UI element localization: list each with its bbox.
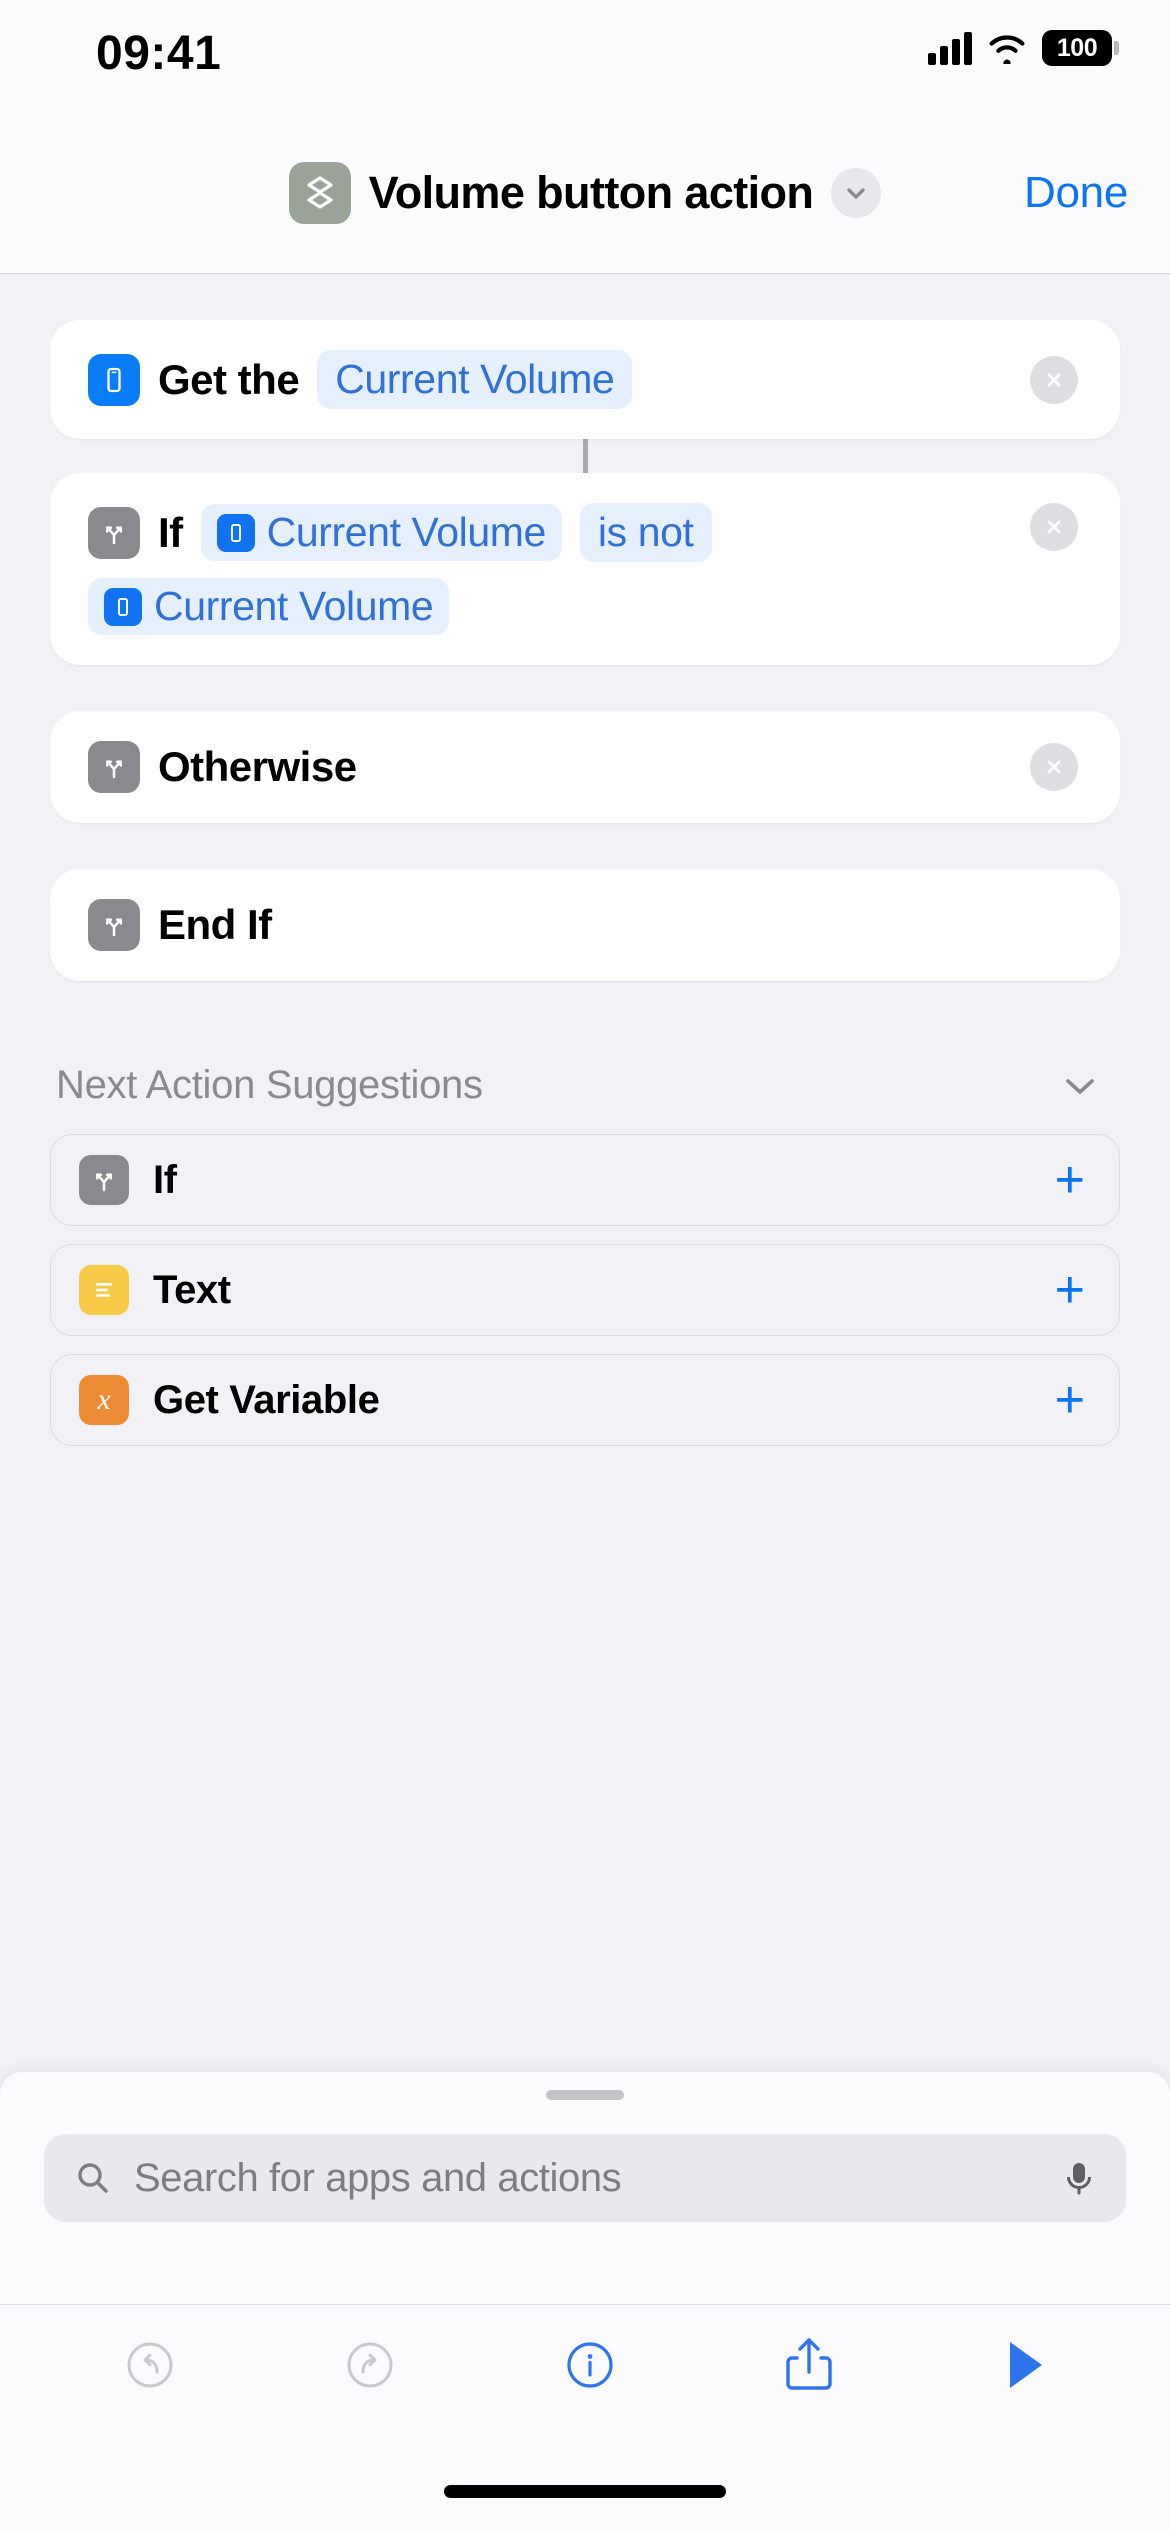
branch-icon [88,506,140,559]
branch-icon [88,741,140,793]
close-circle-icon[interactable] [1030,503,1078,551]
status-indicators: 100 [928,30,1119,66]
branch-icon [88,899,140,951]
plus-icon[interactable]: + [1055,1374,1085,1426]
search-input[interactable]: Search for apps and actions [44,2134,1126,2222]
iphone-icon [104,587,142,626]
action-card-end-if[interactable]: End If [50,869,1120,981]
action-card-get-current-volume[interactable]: Get the Current Volume [50,320,1120,439]
navigation-bar: Volume button action Done [0,112,1170,274]
token-if-compare[interactable]: Current Volume [88,578,450,635]
operator-token[interactable]: is not [579,503,712,562]
token-if-input-label: Current Volume [266,509,547,555]
wifi-icon [986,32,1028,64]
variable-x-icon: x [79,1375,129,1425]
page-title: Volume button action [368,166,814,218]
chevron-down-icon[interactable] [831,167,882,218]
branch-icon [79,1155,129,1205]
search-placeholder: Search for apps and actions [134,2155,622,2200]
plus-icon[interactable]: + [1055,1154,1085,1206]
iphone-icon [88,353,140,406]
cellular-bars-icon [928,31,972,65]
next-action-suggestions-header[interactable]: Next Action Suggestions [50,1063,1120,1108]
search-icon [74,2159,112,2197]
token-if-input[interactable]: Current Volume [200,504,562,561]
action-card-otherwise[interactable]: Otherwise [50,711,1120,823]
close-circle-icon[interactable] [1030,355,1078,404]
action-connector [582,439,588,473]
done-button[interactable]: Done [1024,168,1128,218]
chevron-down-icon[interactable] [1058,1071,1102,1101]
battery-percent: 100 [1056,33,1098,62]
battery-icon: 100 [1042,30,1119,66]
otherwise-label: Otherwise [158,743,357,790]
shortcuts-editor-screen: 09:41 100 Volume button action Done Get … [0,0,1170,2532]
suggestion-row-if[interactable]: If + [50,1134,1120,1226]
iphone-icon [216,513,255,552]
layers-icon [288,161,351,224]
token-if-compare-label: Current Volume [154,583,434,629]
search-sheet: Search for apps and actions [0,2072,1170,2532]
text-lines-icon [79,1265,129,1315]
plus-icon[interactable]: + [1055,1264,1085,1316]
suggestion-label: If [153,1157,177,1202]
microphone-icon[interactable] [1062,2158,1096,2198]
play-icon[interactable] [997,2334,1051,2396]
end-if-label: End If [158,901,272,948]
info-circle-icon[interactable] [559,2334,621,2396]
redo-icon[interactable] [339,2334,401,2396]
sheet-grabber[interactable] [546,2090,624,2100]
token-current-volume[interactable]: Current Volume [317,350,633,409]
actions-list: Get the Current Volume If Current Volume… [0,274,1170,2532]
shortcut-title-group[interactable]: Volume button action [288,161,882,224]
undo-icon[interactable] [119,2334,181,2396]
if-label: If [158,508,183,556]
suggestion-row-get-variable[interactable]: x Get Variable + [50,1354,1120,1446]
suggestion-label: Get Variable [153,1377,380,1422]
suggestions-title: Next Action Suggestions [56,1063,483,1107]
share-icon[interactable] [779,2332,839,2398]
action-prefix-label: Get the [158,355,300,403]
action-card-if[interactable]: If Current Volume is not Current Volume [50,473,1120,665]
editor-toolbar [0,2304,1170,2424]
status-bar: 09:41 100 [0,0,1170,112]
close-circle-icon[interactable] [1030,743,1078,791]
suggestion-label: Text [153,1267,231,1312]
home-indicator [444,2485,726,2498]
suggestion-row-text[interactable]: Text + [50,1244,1120,1336]
